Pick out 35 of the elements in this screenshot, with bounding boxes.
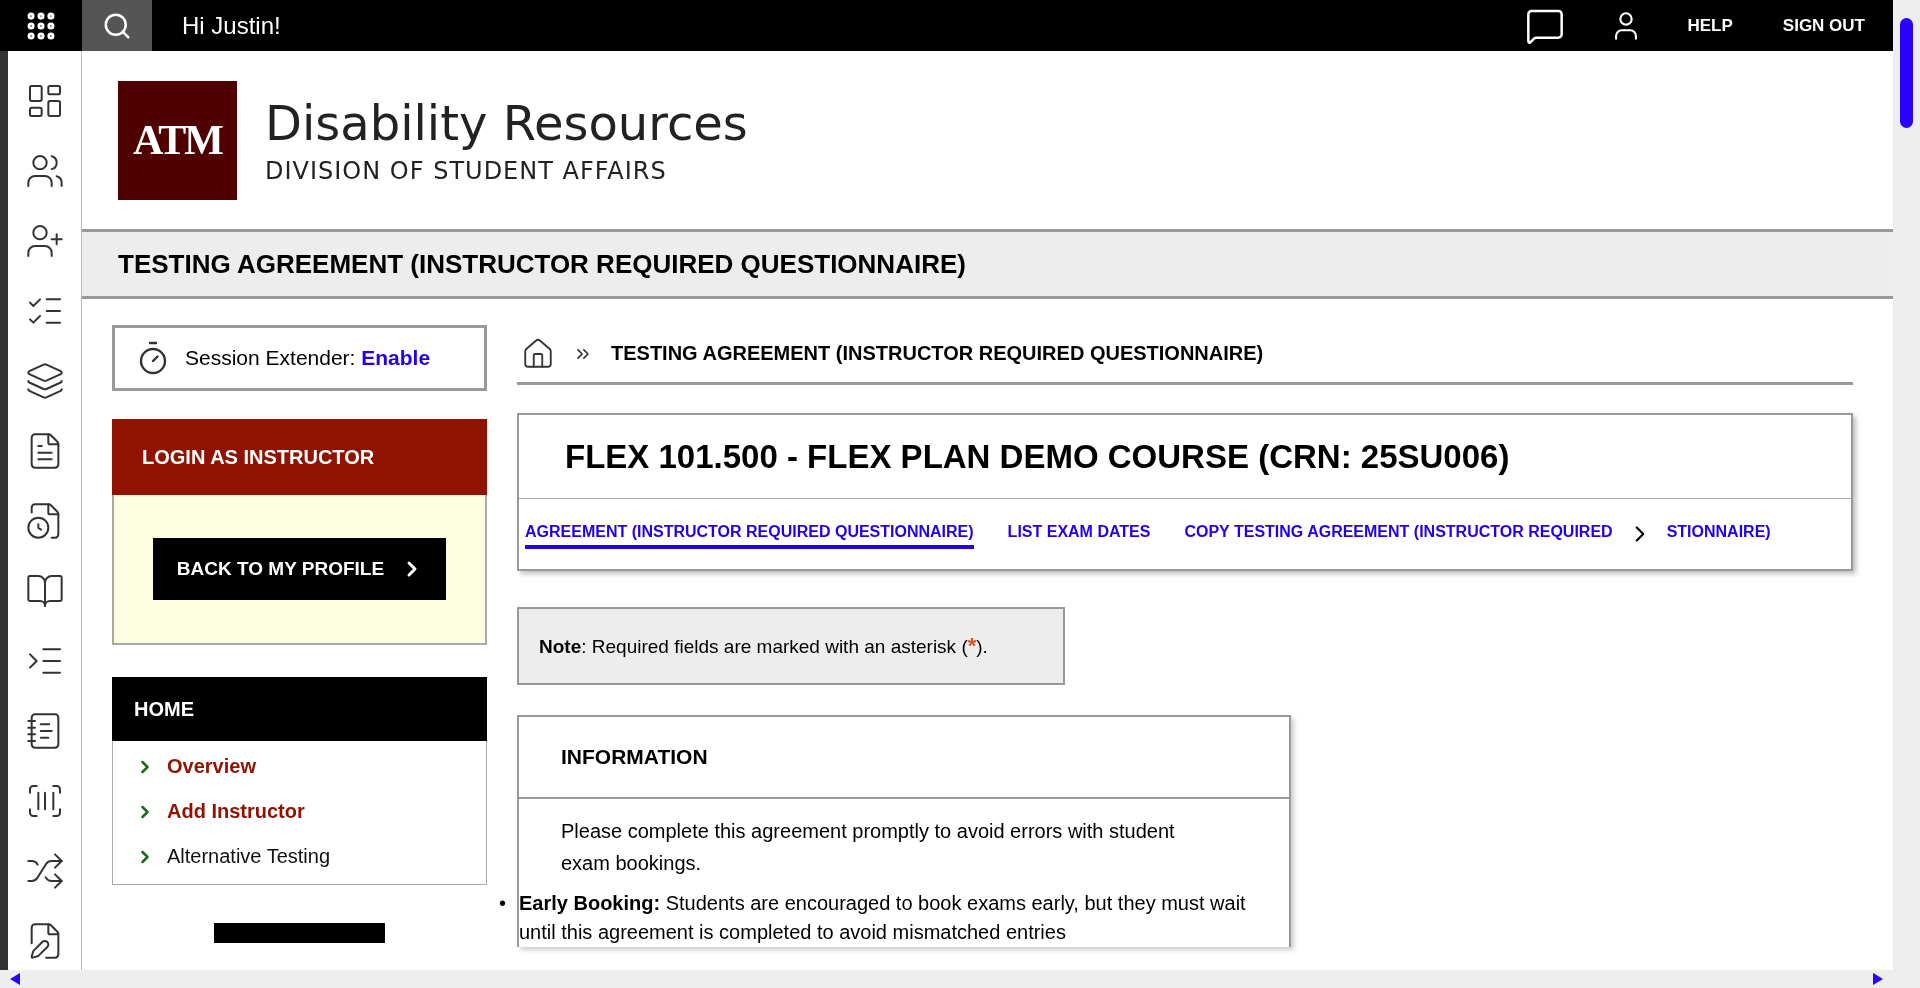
- menu-item[interactable]: Add Instructor: [135, 800, 464, 823]
- bullet-marker: •: [499, 891, 507, 916]
- menu-item[interactable]: Overview: [135, 755, 464, 778]
- breadcrumb-current: TESTING AGREEMENT (INSTRUCTOR REQUIRED QUESTIONNAIRE): [611, 342, 1264, 365]
- horizontal-scrollbar[interactable]: [0, 970, 1893, 988]
- course-title: FLEX 101.500 - FLEX PLAN DEMO COURSE (CRN: 25SU006): [519, 415, 1851, 499]
- search-button[interactable]: [82, 0, 152, 51]
- required-fields-note: Note: Required fields are marked with an asterisk (*).: [517, 607, 1065, 685]
- page-title: TESTING AGREEMENT (INSTRUCTOR REQUIRED QUESTIONNAIRE): [118, 248, 966, 280]
- card-title: INFORMATION: [519, 717, 1289, 799]
- panel-header: LOGIN AS INSTRUCTOR: [112, 419, 487, 495]
- top-link[interactable]: HELP: [1687, 15, 1733, 36]
- bullet-text: Early Booking: Students are encouraged to book exams early, but they must wait until this agreement is completed to avoid mismatched entries: [519, 891, 1247, 945]
- home-icon[interactable]: [521, 336, 555, 371]
- shuffle-icon[interactable]: [24, 851, 65, 891]
- session-extender-label: Session Extender: Enable: [185, 346, 431, 370]
- scroll-right-icon[interactable]: [1873, 973, 1883, 985]
- enable-link[interactable]: Enable: [361, 346, 431, 369]
- university-logo: ATM: [118, 80, 237, 200]
- vertical-scrollbar[interactable]: [1893, 0, 1920, 988]
- stacked-windows-icon[interactable]: [24, 361, 65, 401]
- information-text: Please complete this agreement promptly to avoid errors with student exam bookings.: [561, 819, 1176, 876]
- tab[interactable]: STIONNAIRE): [1666, 519, 1771, 549]
- top-link[interactable]: SIGN OUT: [1782, 15, 1865, 36]
- tab[interactable]: LIST EXAM DATES: [1007, 519, 1151, 549]
- scrollbar-thumb[interactable]: [1900, 18, 1913, 128]
- back-to-profile-button[interactable]: BACK TO MY PROFILE: [152, 538, 447, 600]
- tab[interactable]: AGREEMENT (INSTRUCTOR REQUIRED QUESTIONNAIRE): [525, 519, 974, 549]
- menu-header: HOME: [112, 677, 487, 741]
- site-subtitle: DIVISION OF STUDENT AFFAIRS: [265, 157, 668, 185]
- tab[interactable]: COPY TESTING AGREEMENT (INSTRUCTOR REQUIRED: [1184, 519, 1613, 549]
- scroll-left-icon[interactable]: [10, 973, 20, 985]
- greeting: Hi Justin!: [182, 11, 281, 40]
- site-title: Disability Resources: [265, 95, 748, 151]
- menu-item[interactable]: Alternative Testing: [135, 845, 464, 868]
